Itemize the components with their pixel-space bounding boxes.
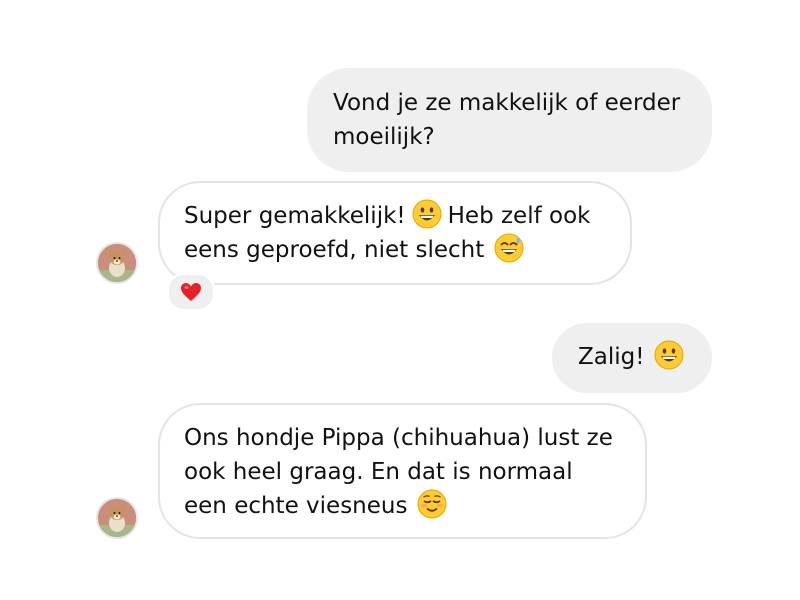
grinning-face-emoji-icon [654, 340, 684, 370]
message-text: Super gemakkelijk! [184, 203, 406, 229]
heart-emoji-icon [181, 283, 201, 301]
grinning-face-emoji-icon [412, 199, 442, 229]
message-text-line: ook heel graag. En dat is normaal [184, 459, 573, 485]
grinning-face-with-sweat-emoji-icon [494, 233, 524, 263]
message-text: Heb zelf ook [447, 203, 591, 229]
contact-avatar[interactable] [96, 497, 138, 539]
heart-reaction[interactable] [167, 273, 215, 311]
message-text-line: moeilijk? [333, 124, 435, 150]
smiling-face-emoji-icon [417, 489, 447, 519]
outgoing-message-bubble[interactable]: Zalig! [552, 323, 712, 393]
message-text: een echte viesneus [184, 493, 408, 519]
message-text: eens geproefd, niet slecht [184, 237, 485, 263]
message-text-line: Zalig! [578, 340, 686, 374]
message-text-line: een echte viesneus [184, 489, 621, 523]
outgoing-message-bubble[interactable]: Vond je ze makkelijk of eerder moeilijk? [307, 68, 712, 172]
message-text-line: Super gemakkelijk! Heb zelf ook [184, 199, 606, 233]
incoming-message-bubble[interactable]: Super gemakkelijk! Heb zelf ook eens gep… [158, 181, 632, 285]
message-text-line: Ons hondje Pippa (chihuahua) lust ze [184, 425, 613, 451]
contact-avatar[interactable] [96, 242, 138, 284]
message-text-line: eens geproefd, niet slecht [184, 233, 606, 267]
message-text-line: Vond je ze makkelijk of eerder [333, 90, 681, 116]
incoming-message-bubble[interactable]: Ons hondje Pippa (chihuahua) lust ze ook… [158, 403, 647, 539]
message-text: Zalig! [578, 344, 645, 370]
